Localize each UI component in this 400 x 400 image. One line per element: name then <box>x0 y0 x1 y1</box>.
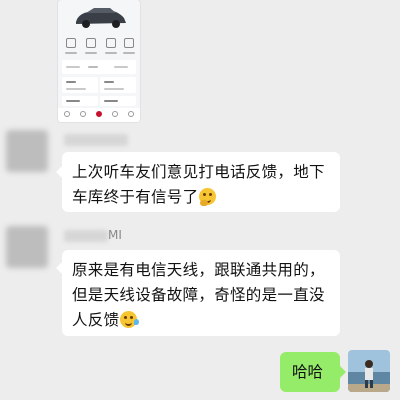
info-line <box>66 81 76 83</box>
control-label <box>85 52 97 54</box>
sender-avatar[interactable] <box>6 130 48 172</box>
message-bubble[interactable]: 原来是有电信天线，跟联通共用的，但是天线设备故障，奇怪的是一直没人反馈 <box>62 250 340 336</box>
tab-icon <box>64 111 70 117</box>
info-line <box>104 81 114 83</box>
thinking-face-icon <box>199 188 217 206</box>
control-label <box>65 52 77 54</box>
info-card <box>62 77 98 93</box>
shared-app-screenshot[interactable] <box>58 0 140 122</box>
message-text: 哈哈 <box>292 363 324 381</box>
tab-icon <box>112 111 118 117</box>
info-line <box>66 100 80 102</box>
own-message-bubble[interactable]: 哈哈 <box>280 352 340 392</box>
own-avatar[interactable] <box>348 350 390 392</box>
message-bubble[interactable]: 上次听车友们意见打电话反馈，地下车库终于有信号了 <box>62 152 340 212</box>
bubble-tail <box>340 366 346 378</box>
info-line <box>104 88 124 90</box>
message-text: 原来是有电信天线，跟联通共用的，但是天线设备故障，奇怪的是一直没人反馈 <box>72 261 325 329</box>
control-icon <box>106 38 116 48</box>
status-line <box>88 66 98 68</box>
sender-name-suffix: MI <box>108 228 122 242</box>
info-line <box>104 100 118 102</box>
tab-icon <box>128 111 134 117</box>
sender-avatar[interactable] <box>6 226 48 268</box>
status-line <box>66 66 80 68</box>
laughing-face-icon <box>120 311 140 328</box>
tab-icon <box>80 111 86 117</box>
info-card <box>100 77 136 93</box>
status-line <box>114 66 128 68</box>
control-label <box>105 52 117 54</box>
control-icon <box>86 38 96 48</box>
app-tab-bar <box>58 108 140 122</box>
control-icon <box>66 38 76 48</box>
sender-name <box>64 230 108 242</box>
info-line <box>66 88 86 90</box>
message-text: 上次听车友们意见打电话反馈，地下车库终于有信号了 <box>72 163 325 206</box>
sender-name <box>64 134 128 146</box>
control-icon <box>124 38 134 48</box>
car-image <box>76 8 126 28</box>
control-label <box>123 52 135 54</box>
tab-icon <box>96 111 102 117</box>
